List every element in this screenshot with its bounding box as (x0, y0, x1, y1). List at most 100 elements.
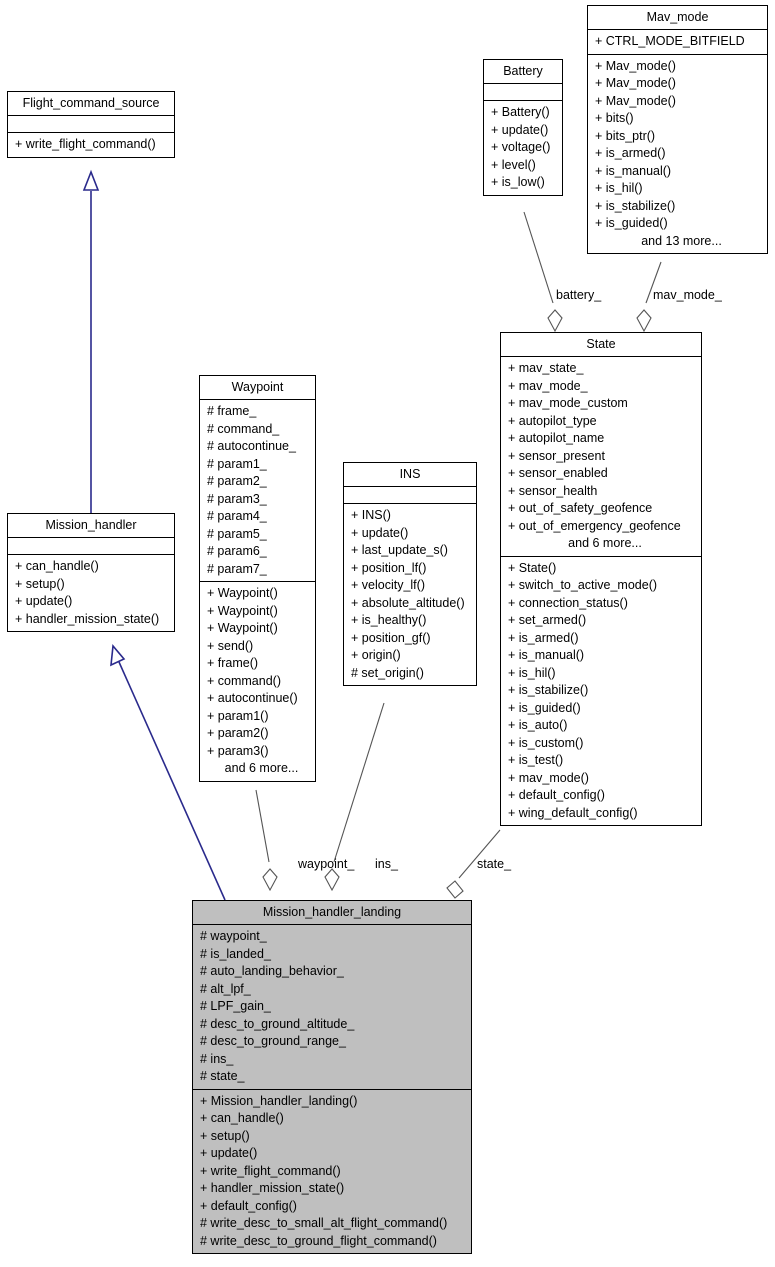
class-member: + command() (207, 673, 281, 688)
edge-label-mav-mode: mav_mode_ (653, 288, 722, 302)
class-methods-flight-command-source: + write_flight_command() (8, 133, 174, 157)
aggregation-edge-battery (523, 211, 563, 333)
class-member: + is_manual() (508, 648, 585, 662)
class-member: # command_ (207, 421, 280, 436)
class-methods-mission-handler-landing: + Mission_handler_landing() + can_handle… (193, 1090, 471, 1254)
class-member: # desc_to_ground_range_ (200, 1034, 346, 1048)
class-member: + position_gf() (351, 630, 431, 645)
class-member: + is_low() (491, 175, 545, 189)
class-methods-waypoint: + Waypoint() + Waypoint() + Waypoint() +… (200, 582, 315, 781)
class-member: + autopilot_name (508, 431, 605, 445)
class-attributes-state: + mav_state_ + mav_mode_ + mav_mode_cust… (501, 357, 701, 557)
class-member: + handler_mission_state() (15, 611, 160, 626)
class-box-mission-handler[interactable]: Mission_handler + can_handle() + setup()… (7, 513, 175, 632)
class-member: + mav_mode_custom (508, 396, 628, 410)
class-methods-battery: + Battery() + update() + voltage() + lev… (484, 101, 562, 195)
class-member: + Waypoint() (207, 621, 278, 635)
class-title-flight-command-source: Flight_command_source (8, 92, 174, 116)
class-box-mission-handler-landing[interactable]: Mission_handler_landing # waypoint_ # is… (192, 900, 472, 1254)
class-member: + set_armed() (508, 613, 587, 627)
class-member: + INS() (351, 508, 391, 522)
edge-label-waypoint: waypoint_ (298, 857, 355, 871)
uml-class-diagram: Flight_command_source + write_flight_com… (0, 0, 775, 1267)
class-member: + is_healthy() (351, 613, 427, 627)
class-member: + setup() (200, 1128, 250, 1143)
class-title-state: State (501, 333, 701, 357)
class-member: # frame_ (207, 404, 257, 418)
class-member: + Mission_handler_landing() (200, 1093, 358, 1108)
class-members-truncated: and 6 more... (224, 761, 299, 775)
class-member: + update() (15, 594, 73, 608)
class-member: + absolute_altitude() (351, 595, 465, 610)
class-member: + param3() (207, 743, 269, 758)
class-member: + write_flight_command() (200, 1163, 341, 1178)
class-title-mission-handler: Mission_handler (8, 514, 174, 538)
class-box-mav-mode[interactable]: Mav_mode + CTRL_MODE_BITFIELD + Mav_mode… (587, 5, 768, 254)
class-member: + State() (508, 560, 557, 575)
class-member: + autocontinue() (207, 691, 298, 705)
class-member: + is_hil() (508, 665, 556, 680)
edge-label-state: state_ (477, 857, 512, 871)
class-member: + is_manual() (595, 163, 672, 178)
class-member: # param5_ (207, 526, 267, 541)
class-member: + default_config() (508, 788, 605, 802)
class-member: # LPF_gain_ (200, 999, 271, 1013)
class-member: + sensor_health (508, 483, 598, 498)
class-methods-state: + State() + switch_to_active_mode() + co… (501, 557, 701, 826)
class-member: # param3_ (207, 491, 267, 506)
class-attributes-ins (344, 487, 476, 504)
class-member: # ins_ (200, 1051, 234, 1066)
class-member: # set_origin() (351, 665, 424, 680)
class-attributes-flight-command-source (8, 116, 174, 133)
class-member: + is_custom() (508, 735, 584, 750)
class-member: + is_guided() (595, 216, 668, 230)
class-member: + position_lf() (351, 560, 427, 575)
class-box-waypoint[interactable]: Waypoint # frame_ # command_ # autoconti… (199, 375, 316, 782)
class-member: + is_stabilize() (595, 198, 676, 213)
class-member: + out_of_safety_geofence (508, 501, 653, 515)
class-member: + frame() (207, 656, 259, 670)
class-member: + Mav_mode() (595, 58, 676, 73)
class-member: + param1() (207, 708, 269, 723)
class-member: + setup() (15, 576, 65, 591)
class-member: + switch_to_active_mode() (508, 578, 658, 592)
class-member: + Mav_mode() (595, 76, 676, 90)
aggregation-edge-waypoint (255, 789, 278, 892)
class-attributes-waypoint: # frame_ # command_ # autocontinue_ # pa… (200, 400, 315, 582)
class-member: # param4_ (207, 509, 267, 523)
class-member: + is_stabilize() (508, 683, 589, 697)
class-member: + can_handle() (200, 1111, 284, 1125)
edge-label-ins: ins_ (375, 857, 398, 871)
class-member: # param6_ (207, 544, 267, 558)
class-member: + is_guided() (508, 700, 581, 715)
class-member: + update() (351, 525, 409, 540)
class-member: + bits() (595, 111, 634, 125)
class-member: + default_config() (200, 1198, 297, 1213)
class-attributes-mission-handler-landing: # waypoint_ # is_landed_ # auto_landing_… (193, 925, 471, 1090)
class-member: + sensor_enabled (508, 466, 608, 480)
class-box-state[interactable]: State + mav_state_ + mav_mode_ + mav_mod… (500, 332, 702, 826)
class-member: # state_ (200, 1069, 245, 1083)
class-attributes-mission-handler (8, 538, 174, 555)
class-member: + bits_ptr() (595, 128, 656, 143)
class-member: + velocity_lf() (351, 578, 425, 592)
class-member: # param7_ (207, 561, 267, 576)
class-member: + voltage() (491, 140, 551, 154)
class-member: # alt_lpf_ (200, 981, 251, 996)
class-member: # waypoint_ (200, 929, 267, 943)
class-member: + mav_mode_ (508, 378, 588, 393)
inheritance-edge-flight-command-source (82, 169, 100, 513)
class-box-battery[interactable]: Battery + Battery() + update() + voltage… (483, 59, 563, 196)
class-title-ins: INS (344, 463, 476, 487)
class-box-ins[interactable]: INS + INS() + update() + last_update_s()… (343, 462, 477, 686)
class-member: + Battery() (491, 105, 550, 119)
class-title-battery: Battery (484, 60, 562, 84)
class-member: + write_flight_command() (15, 137, 156, 151)
class-member: + is_armed() (508, 630, 579, 645)
class-member: # is_landed_ (200, 946, 271, 961)
class-box-flight-command-source[interactable]: Flight_command_source + write_flight_com… (7, 91, 175, 158)
class-member: + level() (491, 157, 536, 172)
class-member: + update() (200, 1146, 258, 1160)
class-title-mav-mode: Mav_mode (588, 6, 767, 30)
class-member: + handler_mission_state() (200, 1181, 345, 1195)
